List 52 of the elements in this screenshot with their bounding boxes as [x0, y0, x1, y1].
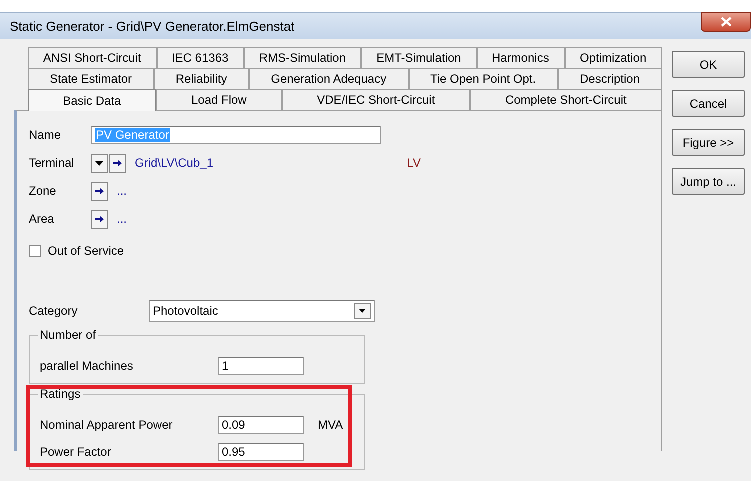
tab[interactable]: Load Flow: [156, 89, 282, 110]
caret-icon: [95, 160, 104, 166]
link-target[interactable]: Grid\LV\Cub_1: [135, 156, 214, 170]
input-field[interactable]: 0.09: [218, 416, 304, 434]
checkbox-label: Out of Service: [48, 244, 124, 258]
tab[interactable]: ANSI Short-Circuit: [28, 47, 157, 68]
dialog-button[interactable]: Cancel: [672, 90, 745, 117]
input-field[interactable]: 0.95: [218, 442, 304, 460]
field-label: Name: [29, 128, 62, 142]
tab[interactable]: Description: [558, 68, 662, 89]
window-title: Static Generator - Grid\PV Generator.ElmGenstat: [10, 18, 295, 34]
field-label: Nominal Apparent Power: [40, 418, 174, 432]
arrow-icon: [95, 188, 104, 194]
jump-button[interactable]: [91, 182, 108, 200]
dialog-button[interactable]: Figure >>: [672, 129, 745, 156]
tab[interactable]: VDE/IEC Short-Circuit: [282, 89, 470, 110]
jump-button[interactable]: [109, 154, 126, 172]
tab[interactable]: Basic Data: [28, 89, 156, 111]
tab[interactable]: Reliability: [154, 68, 250, 89]
group-title: Number of: [38, 328, 98, 342]
tab[interactable]: Tie Open Point Opt.: [408, 68, 558, 89]
tab[interactable]: Complete Short-Circuit: [470, 89, 662, 110]
input-field[interactable]: 1: [218, 356, 304, 374]
link-target[interactable]: ...: [117, 184, 128, 198]
field-label: Category: [29, 304, 79, 318]
field-label: Area: [29, 212, 56, 226]
dropdown-button[interactable]: [91, 154, 108, 172]
terminal-note: LV: [407, 156, 421, 170]
tab[interactable]: Optimization: [564, 47, 662, 68]
unit-label: MVA: [318, 418, 344, 432]
tab[interactable]: Harmonics: [476, 47, 565, 68]
close-button[interactable]: [701, 12, 751, 32]
tab[interactable]: Generation Adequacy: [249, 68, 409, 89]
tab[interactable]: IEC 61363: [156, 47, 244, 68]
tab[interactable]: State Estimator: [28, 68, 154, 89]
field-label: Terminal: [29, 156, 76, 170]
checkbox[interactable]: [29, 245, 41, 257]
field-label: parallel Machines: [40, 358, 134, 372]
jump-button[interactable]: [91, 210, 108, 228]
field-label: Power Factor: [40, 444, 112, 458]
link-target[interactable]: ...: [117, 212, 128, 226]
close-icon: [720, 17, 732, 27]
dialog-button[interactable]: Jump to ...: [672, 168, 745, 195]
tab[interactable]: RMS-Simulation: [244, 47, 362, 68]
category-dropdown[interactable]: Photovoltaic: [149, 300, 375, 322]
caret-icon: [359, 309, 366, 313]
field-label: Zone: [29, 184, 58, 198]
tab[interactable]: EMT-Simulation: [361, 47, 477, 68]
arrow-icon: [113, 160, 122, 166]
arrow-icon: [95, 216, 104, 222]
dropdown-value: Photovoltaic: [153, 304, 218, 318]
dialog-button[interactable]: OK: [672, 51, 745, 78]
